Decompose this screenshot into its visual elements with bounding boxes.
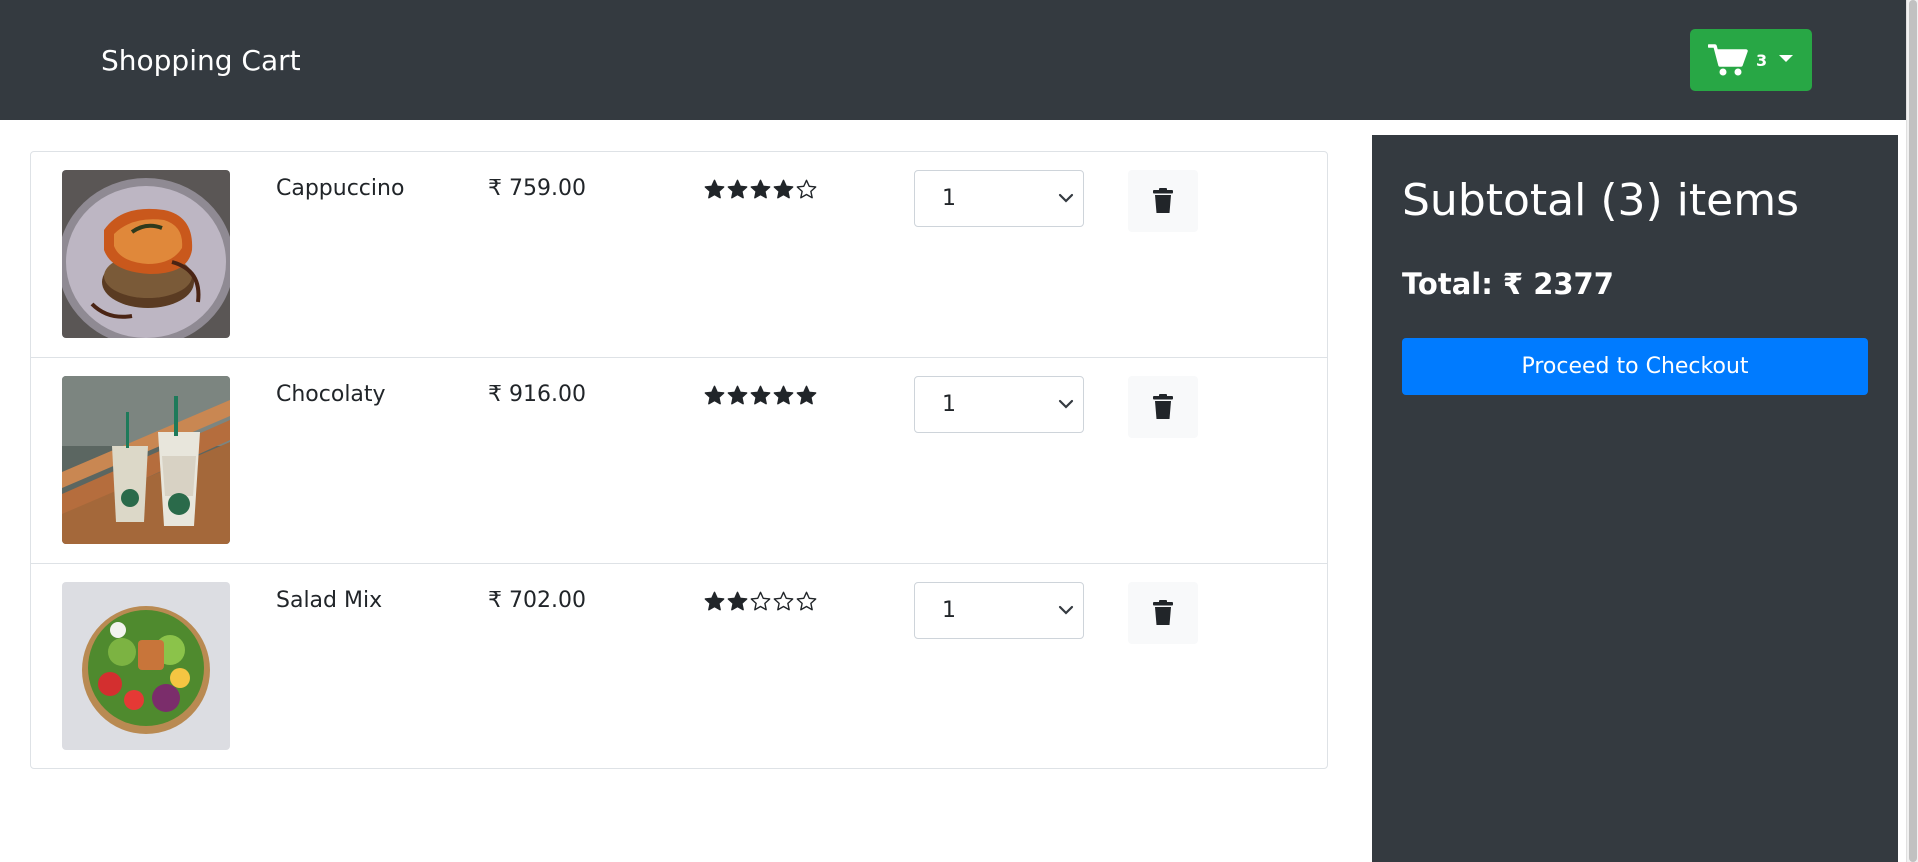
quantity-value: 1	[942, 392, 956, 417]
star-filled-icon	[704, 179, 725, 199]
product-image-salad-mix	[62, 582, 230, 750]
chevron-down-icon	[1058, 399, 1074, 409]
proceed-to-checkout-button[interactable]: Proceed to Checkout	[1402, 338, 1868, 395]
star-filled-icon	[704, 591, 725, 611]
caret-down-icon	[1779, 54, 1794, 62]
star-filled-icon	[727, 385, 748, 405]
product-image-cappuccino	[62, 170, 230, 338]
star-filled-icon	[773, 179, 794, 199]
vertical-scrollbar[interactable]	[1906, 0, 1918, 862]
star-empty-icon	[796, 179, 817, 199]
quantity-value: 1	[942, 598, 956, 623]
item-name[interactable]: Cappuccino	[276, 176, 404, 201]
cart-dropdown-button[interactable]: 3	[1690, 29, 1812, 91]
cart-item-list: Cappuccino ₹ 759.00 1 Chocolaty ₹ 916.00…	[30, 151, 1328, 769]
remove-item-button[interactable]	[1128, 582, 1198, 644]
cart-item-row: Cappuccino ₹ 759.00 1	[31, 152, 1327, 358]
remove-item-button[interactable]	[1128, 170, 1198, 232]
star-filled-icon	[727, 591, 748, 611]
cart-item-row: Salad Mix ₹ 702.00 1	[31, 564, 1327, 770]
star-empty-icon	[796, 591, 817, 611]
quantity-select[interactable]: 1	[914, 376, 1084, 433]
star-filled-icon	[750, 385, 771, 405]
order-summary-panel: Subtotal (3) items Total: ₹ 2377 Proceed…	[1372, 135, 1898, 862]
star-empty-icon	[773, 591, 794, 611]
scrollbar-thumb[interactable]	[1909, 0, 1917, 862]
star-filled-icon	[796, 385, 817, 405]
order-total: Total: ₹ 2377	[1402, 267, 1614, 301]
rating-stars	[704, 179, 817, 200]
star-filled-icon	[727, 179, 748, 199]
item-price: ₹ 759.00	[488, 176, 586, 201]
cart-count-badge: 3	[1756, 50, 1768, 70]
chevron-down-icon	[1058, 605, 1074, 615]
quantity-select[interactable]: 1	[914, 582, 1084, 639]
navbar: Shopping Cart 3	[0, 0, 1906, 120]
item-name[interactable]: Chocolaty	[276, 382, 386, 407]
trash-icon	[1153, 188, 1173, 213]
item-price: ₹ 916.00	[488, 382, 586, 407]
remove-item-button[interactable]	[1128, 376, 1198, 438]
rating-stars	[704, 591, 817, 612]
star-filled-icon	[750, 179, 771, 199]
item-price: ₹ 702.00	[488, 588, 586, 613]
subtotal-heading: Subtotal (3) items	[1402, 175, 1799, 226]
rating-stars	[704, 385, 817, 406]
trash-icon	[1153, 394, 1173, 419]
quantity-select[interactable]: 1	[914, 170, 1084, 227]
navbar-brand[interactable]: Shopping Cart	[101, 44, 301, 77]
star-empty-icon	[750, 591, 771, 611]
star-filled-icon	[704, 385, 725, 405]
cart-item-row: Chocolaty ₹ 916.00 1	[31, 358, 1327, 564]
product-image-chocolaty	[62, 376, 230, 544]
item-name[interactable]: Salad Mix	[276, 588, 382, 613]
trash-icon	[1153, 600, 1173, 625]
shopping-cart-icon	[1708, 44, 1748, 76]
chevron-down-icon	[1058, 193, 1074, 203]
quantity-value: 1	[942, 186, 956, 211]
star-filled-icon	[773, 385, 794, 405]
